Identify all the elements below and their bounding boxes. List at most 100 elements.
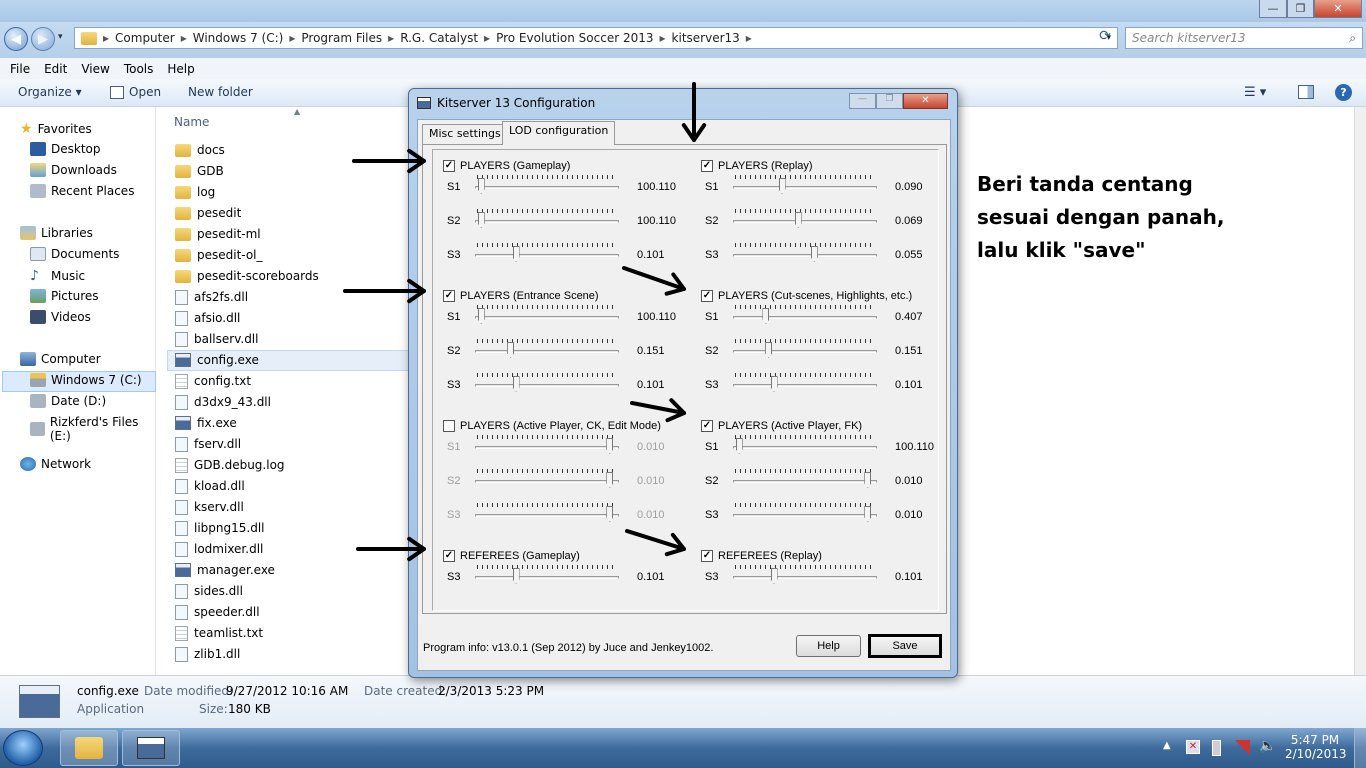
slider-thumb[interactable] [606,472,614,488]
nav-d-drive[interactable]: Date (D:) [30,394,106,408]
file-row[interactable]: GDB.debug.log [175,455,285,475]
file-row[interactable]: d3dx9_43.dll [175,392,271,412]
breadcrumb-kitserver13[interactable]: kitserver13 [672,31,740,45]
file-row[interactable]: manager.exe [175,560,275,580]
taskbar-config-button[interactable] [122,730,180,766]
breadcrumb-computer[interactable]: Computer [115,31,175,45]
minimize-button[interactable]: — [1259,0,1287,18]
lod-slider[interactable] [731,565,879,585]
file-row[interactable]: pesedit-scoreboards [175,266,319,286]
file-row[interactable]: afs2fs.dll [175,287,248,307]
nav-documents[interactable]: Documents [30,247,119,261]
nav-pictures[interactable]: Pictures [30,289,99,303]
organize-button[interactable]: Organize ▾ [18,85,82,99]
lod-slider[interactable] [473,565,621,585]
menu-edit[interactable]: Edit [44,62,67,76]
lod-slider[interactable] [473,243,621,263]
column-header-name[interactable]: Name [174,115,209,129]
breadcrumb-rg-catalyst[interactable]: R.G. Catalyst [400,31,478,45]
lod-slider[interactable] [731,339,879,359]
file-row[interactable]: pesedit [175,203,241,223]
start-button[interactable] [3,730,43,766]
lod-slider[interactable] [731,305,879,325]
slider-thumb[interactable] [864,472,872,488]
lod-slider[interactable] [473,503,621,523]
lod-slider[interactable] [731,503,879,523]
lod-slider[interactable] [473,435,621,455]
file-row[interactable]: pesedit-ol_ [175,245,263,265]
lod-slider[interactable] [473,209,621,229]
file-row[interactable]: docs [175,140,225,160]
checkbox-box[interactable] [443,420,455,432]
save-button[interactable]: Save [868,634,942,658]
back-button[interactable]: ◀ [4,27,28,51]
maximize-button[interactable]: ❐ [1287,0,1314,18]
lod-slider[interactable] [473,373,621,393]
file-row[interactable]: config.txt [175,371,251,391]
file-row[interactable]: log [175,182,215,202]
file-row[interactable]: fserv.dll [175,434,241,454]
help-button[interactable]: Help [796,635,861,657]
battery-icon[interactable] [1212,740,1221,756]
slider-thumb[interactable] [810,246,818,262]
lod-slider[interactable] [473,339,621,359]
vertical-scrollbar[interactable] [1354,107,1366,675]
dialog-close-button[interactable]: ✕ [903,93,948,109]
nav-libraries[interactable]: Libraries [20,226,93,240]
lod-slider[interactable] [731,209,879,229]
slider-thumb[interactable] [477,212,485,228]
file-row[interactable]: kload.dll [175,476,245,496]
menu-help[interactable]: Help [167,62,194,76]
show-hidden-icons-button[interactable]: ▲ [1163,740,1171,751]
slider-thumb[interactable] [606,438,614,454]
slider-thumb[interactable] [507,342,515,358]
taskbar-explorer-button[interactable] [60,730,118,766]
slider-thumb[interactable] [778,178,786,194]
clock[interactable]: 5:47 PM 2/10/2013 [1285,733,1347,761]
checkbox-box[interactable]: ✓ [701,290,713,302]
nav-recent-places[interactable]: Recent Places [30,184,134,198]
lod-slider[interactable] [731,175,879,195]
lod-checkbox-g6[interactable]: ✓ PLAYERS (Active Player, FK) [701,420,862,432]
network-signal-icon[interactable] [1234,740,1250,755]
lod-slider[interactable] [473,175,621,195]
lod-checkbox-g2[interactable]: ✓ PLAYERS (Replay) [701,160,813,172]
nav-favorites[interactable]: ★ Favorites [20,121,92,137]
lod-checkbox-g3[interactable]: ✓ PLAYERS (Entrance Scene) [443,290,599,302]
file-row[interactable]: kserv.dll [175,497,244,517]
file-row[interactable]: sides.dll [175,581,243,601]
view-options-icon[interactable]: ☰ ▾ [1244,85,1266,100]
help-icon[interactable]: ? [1335,84,1352,101]
nav-computer[interactable]: Computer [20,352,101,366]
new-folder-button[interactable]: New folder [188,85,253,99]
nav-music[interactable]: ♪ Music [30,268,85,284]
lod-checkbox-g4[interactable]: ✓ PLAYERS (Cut-scenes, Highlights, etc.) [701,290,912,302]
action-center-icon[interactable]: ✕ [1186,740,1200,754]
slider-thumb[interactable] [765,342,773,358]
slider-thumb[interactable] [477,308,485,324]
file-row[interactable]: pesedit-ml [175,224,261,244]
slider-thumb[interactable] [770,568,778,584]
tab-misc-settings[interactable]: Misc settings [422,124,508,145]
checkbox-box[interactable]: ✓ [701,550,713,562]
file-row[interactable]: config.exe [175,350,259,370]
menu-tools[interactable]: Tools [124,62,154,76]
checkbox-box[interactable]: ✓ [443,550,455,562]
checkbox-box[interactable]: ✓ [443,290,455,302]
lod-slider[interactable] [731,373,879,393]
breadcrumb-c-drive[interactable]: Windows 7 (C:) [193,31,284,45]
file-row[interactable]: speeder.dll [175,602,260,622]
slider-thumb[interactable] [512,568,520,584]
search-input[interactable]: Search kitserver13 ⌕ [1125,27,1363,49]
lod-slider[interactable] [731,435,879,455]
refresh-icon[interactable]: ⟳ [1094,28,1116,48]
dialog-minimize-button[interactable]: — [849,93,876,109]
close-button[interactable]: ✕ [1314,0,1362,18]
file-row[interactable]: fix.exe [175,413,237,433]
file-row[interactable]: zlib1.dll [175,644,240,664]
file-row[interactable]: afsio.dll [175,308,240,328]
slider-thumb[interactable] [606,506,614,522]
nav-videos[interactable]: Videos [30,310,91,324]
slider-thumb[interactable] [735,438,743,454]
nav-e-drive[interactable]: Rizkferd's Files (E:) [30,415,155,443]
